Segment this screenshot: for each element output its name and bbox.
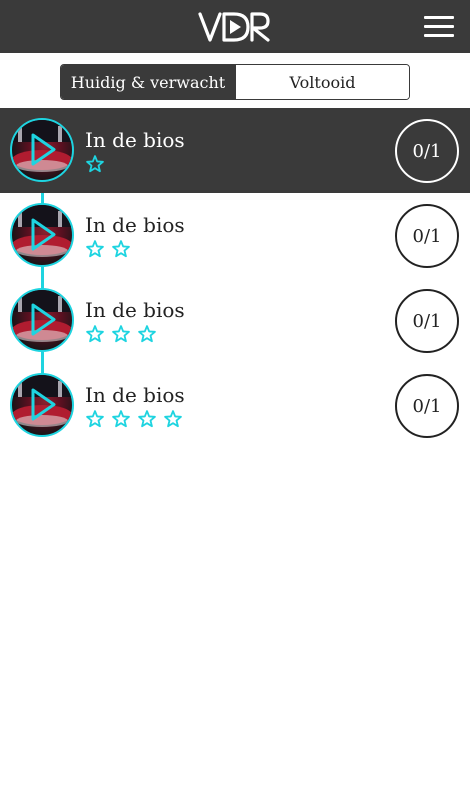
star-outline-icon — [164, 410, 182, 428]
item-title: In de bios — [85, 383, 185, 407]
play-thumbnail[interactable] — [10, 118, 74, 182]
progress-badge: 0/1 — [395, 374, 459, 438]
list-item[interactable]: In de bios 0/1 — [0, 193, 470, 278]
star-rating — [85, 154, 105, 174]
star-outline-icon — [86, 240, 104, 258]
play-thumbnail[interactable] — [10, 203, 74, 267]
list-item[interactable]: In de bios 0/1 — [0, 278, 470, 363]
vdr-logo — [198, 12, 270, 42]
play-thumbnail[interactable] — [10, 373, 74, 437]
star-outline-icon — [86, 325, 104, 343]
list-item[interactable]: In de bios 0/1 — [0, 363, 470, 448]
progress-badge: 0/1 — [395, 119, 459, 183]
star-rating — [85, 324, 157, 344]
progress-badge: 0/1 — [395, 289, 459, 353]
play-thumbnail[interactable] — [10, 288, 74, 352]
progress-badge: 0/1 — [395, 204, 459, 268]
item-list: In de bios 0/1 In de bios 0/1 In de bios… — [0, 108, 470, 448]
item-title: In de bios — [85, 298, 185, 322]
play-icon — [12, 290, 71, 342]
play-icon — [12, 205, 71, 257]
star-rating — [85, 239, 131, 259]
star-outline-icon — [138, 410, 156, 428]
star-outline-icon — [86, 155, 104, 173]
hamburger-menu-icon[interactable] — [422, 12, 456, 40]
star-rating — [85, 409, 183, 429]
play-icon — [12, 120, 71, 172]
star-outline-icon — [112, 325, 130, 343]
play-icon — [12, 375, 71, 427]
star-outline-icon — [112, 410, 130, 428]
tab-completed[interactable]: Voltooid — [235, 65, 409, 99]
star-outline-icon — [86, 410, 104, 428]
star-outline-icon — [138, 325, 156, 343]
app-header — [0, 0, 470, 53]
item-title: In de bios — [85, 213, 185, 237]
list-item[interactable]: In de bios 0/1 — [0, 108, 470, 193]
tab-current-expected[interactable]: Huidig & verwacht — [61, 65, 235, 99]
tab-bar: Huidig & verwacht Voltooid — [60, 64, 410, 100]
item-title: In de bios — [85, 128, 185, 152]
star-outline-icon — [112, 240, 130, 258]
